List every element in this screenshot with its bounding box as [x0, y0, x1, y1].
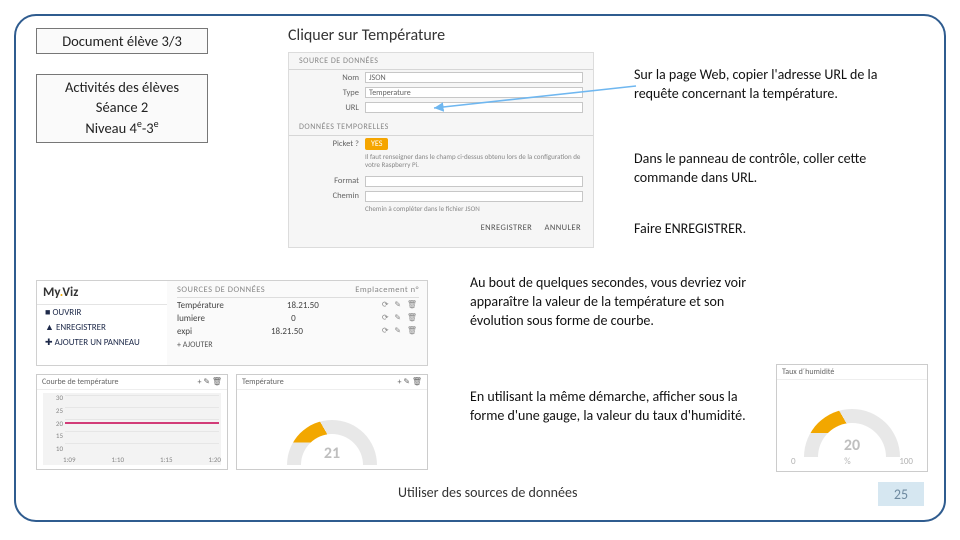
form-screenshot: SOURCE DE DONNÉES Nom JSON Type Temperatur…	[288, 52, 594, 248]
myviz-screenshot: My.Viz ■ OUVRIR ▲ ENREGISTRER ✚ AJOUTER …	[36, 280, 428, 366]
row-icons[interactable]: ⟳ ✎ 🗑	[382, 300, 419, 311]
form-help2: Chemin à compléter dans le fichier JSON	[289, 204, 593, 217]
add-source-button[interactable]: + AJOUTER	[177, 340, 419, 350]
thumb-icons[interactable]: + ✎ 🗑	[198, 377, 222, 387]
gauge-value: 21	[237, 444, 427, 463]
instruction-2: Dans le panneau de contrôle, coller cett…	[634, 150, 924, 188]
form-section-1: SOURCE DE DONNÉES	[289, 53, 593, 70]
step-heading: Cliquer sur Température	[288, 26, 445, 45]
subtitle-line3: Niveau 4e-3e	[45, 117, 199, 138]
gauge-chart: 21	[237, 401, 427, 465]
row-icons[interactable]: ⟳ ✎ 🗑	[382, 326, 419, 337]
thumb-title: Courbe de température	[42, 377, 119, 387]
instruction-1: Sur la page Web, copier l'adresse URL de…	[634, 66, 924, 104]
field-url[interactable]	[365, 102, 583, 113]
gauge-value: 20	[777, 436, 927, 455]
myviz-open[interactable]: ■ OUVRIR	[37, 305, 167, 320]
instruction-5: En utilisant la même démarche, afficher …	[470, 388, 760, 426]
humidity-thumb: Taux d´humidité 20 0%100	[776, 364, 928, 472]
subtitle-line2: Séance 2	[45, 98, 199, 118]
subtitle-box: Activités des élèves Séance 2 Niveau 4e-…	[36, 74, 208, 143]
myviz-save[interactable]: ▲ ENREGISTRER	[37, 320, 167, 335]
temp-chart-thumb: Courbe de température + ✎ 🗑 3025201510 1:…	[36, 374, 228, 470]
temp-gauge-thumb: Température + ✎ 🗑 21	[236, 374, 428, 470]
line-chart: 3025201510 1:091:101:151:20	[43, 393, 221, 465]
form-actions: ENREGISTRER ANNULER	[289, 223, 593, 233]
label-nom: Nom	[299, 73, 359, 83]
myviz-add-panel[interactable]: ✚ AJOUTER UN PANNEAU	[37, 335, 167, 350]
label-url: URL	[299, 103, 359, 113]
instruction-3: Faire ENREGISTRER.	[634, 220, 924, 239]
field-nom[interactable]: JSON	[365, 72, 583, 83]
form-section-2: DONNÉES TEMPORELLES	[289, 119, 593, 136]
data-source-row: expi18.21.50⟳ ✎ 🗑	[177, 324, 419, 337]
field-chemin[interactable]	[365, 191, 583, 202]
data-source-row: Température18.21.50⟳ ✎ 🗑	[177, 298, 419, 311]
myviz-main: SOURCES DE DONNÉES Emplacement n° Tempéra…	[169, 281, 427, 365]
form-help1: Il faut renseigner dans le champ ci-dess…	[289, 152, 593, 174]
label-picket: Picket ?	[299, 139, 359, 149]
field-type[interactable]: Temperature	[365, 87, 583, 98]
data-source-row: lumiere0⟳ ✎ 🗑	[177, 311, 419, 324]
page-number: 25	[878, 482, 924, 506]
thumb-title: Température	[242, 377, 284, 387]
cancel-button[interactable]: ANNULER	[545, 223, 582, 233]
picket-yes-tag[interactable]: YES	[365, 138, 388, 150]
thumb-icons[interactable]: + ✎ 🗑	[398, 377, 422, 387]
instruction-4: Au bout de quelques secondes, vous devri…	[470, 274, 760, 331]
doc-title: Document élève 3/3	[36, 28, 208, 54]
label-type: Type	[299, 88, 359, 98]
subtitle-line1: Activités des élèves	[45, 78, 199, 98]
label-chemin: Chemin	[299, 191, 359, 201]
footer-title: Utiliser des sources de données	[398, 484, 577, 501]
field-format[interactable]	[365, 176, 583, 187]
save-button[interactable]: ENREGISTRER	[481, 223, 533, 233]
myviz-hd: SOURCES DE DONNÉES	[177, 285, 265, 295]
label-format: Format	[299, 176, 359, 186]
myviz-logo: My.Viz	[37, 281, 167, 305]
thumb-title: Taux d´humidité	[782, 367, 834, 377]
row-icons[interactable]: ⟳ ✎ 🗑	[382, 313, 419, 324]
myviz-hd2: Emplacement n°	[355, 285, 419, 295]
gauge-scale: 0%100	[791, 456, 913, 467]
gauge-chart: 20	[777, 395, 927, 457]
myviz-sidebar: My.Viz ■ OUVRIR ▲ ENREGISTRER ✚ AJOUTER …	[37, 281, 167, 365]
